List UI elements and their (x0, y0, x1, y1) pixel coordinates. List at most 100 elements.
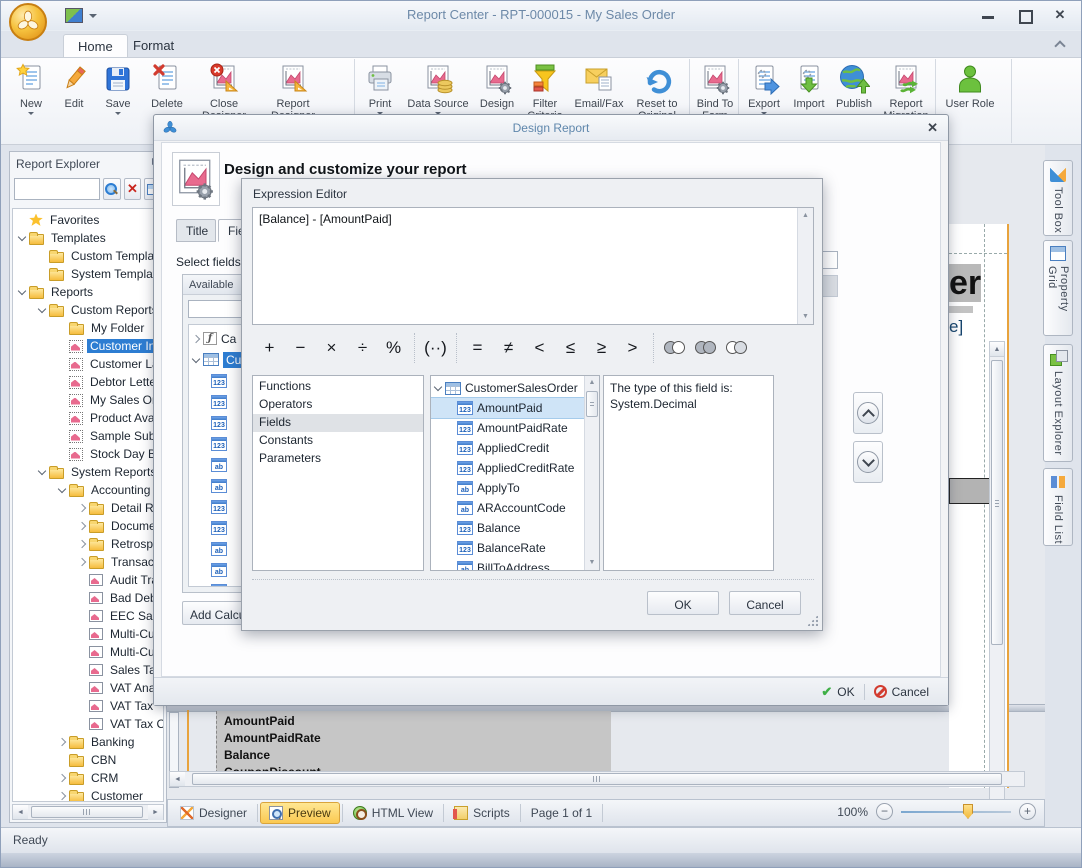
tree-item-reports[interactable]: Reports (13, 283, 163, 301)
category-constants[interactable]: Constants (253, 432, 423, 450)
tree-item-vat-tax[interactable]: VAT Tax (13, 697, 163, 715)
expand-icon[interactable] (57, 790, 69, 801)
tree-item-bad-deb[interactable]: Bad Deb (13, 589, 163, 607)
dialog-close-icon[interactable]: ✕ (927, 120, 938, 136)
venn-right-icon[interactable] (726, 341, 747, 355)
field-row-appliedcreditrate[interactable]: AppliedCreditRate (431, 458, 599, 478)
tree-item-docume[interactable]: Docume (13, 517, 163, 535)
scroll-left-icon[interactable]: ◄ (170, 772, 185, 786)
publish-button[interactable]: Publish (831, 60, 877, 110)
tree-item-templates[interactable]: Templates (13, 229, 163, 247)
field-row-araccountcode[interactable]: ARAccountCode (431, 498, 599, 518)
search-input[interactable] (14, 178, 100, 200)
tree-item-customer[interactable]: Customer (13, 787, 163, 801)
expand-icon[interactable] (57, 736, 69, 748)
expression-scrollbar[interactable]: ▲ ▼ (797, 208, 813, 324)
tab-format[interactable]: Format (119, 34, 188, 57)
expand-icon[interactable] (77, 502, 89, 514)
collapse-icon[interactable] (433, 382, 445, 394)
operator-button[interactable]: < (524, 333, 555, 363)
operator-button[interactable]: × (316, 333, 347, 363)
quick-access-dropdown-icon[interactable] (89, 14, 97, 22)
reset-to-original-button[interactable]: Reset to Original (629, 60, 685, 122)
tree-item-stock-day-b[interactable]: Stock Day B (13, 445, 163, 463)
tree-horizontal-scrollbar[interactable]: ◄ ► (12, 804, 164, 820)
field-row-billtoaddress[interactable]: BillToAddress (431, 558, 599, 570)
tree-item-my-sales-or[interactable]: My Sales Or (13, 391, 163, 409)
close-button[interactable]: ✕ (1053, 8, 1067, 21)
operator-button[interactable]: % (378, 333, 409, 363)
save-button[interactable]: Save (95, 60, 141, 118)
scroll-thumb[interactable] (31, 806, 143, 818)
expand-icon[interactable] (191, 333, 203, 345)
tree-item-banking[interactable]: Banking (13, 733, 163, 751)
data-source-button[interactable]: Data Source (403, 60, 473, 118)
scroll-thumb[interactable] (192, 773, 1002, 785)
operator-button[interactable]: − (285, 333, 316, 363)
import-button[interactable]: Import (787, 60, 831, 110)
export-button[interactable]: Export (741, 60, 787, 118)
tree-item-vat-ana[interactable]: VAT Ana (13, 679, 163, 697)
tree-item-cbn[interactable]: CBN (13, 751, 163, 769)
dock-tab-field-list[interactable]: Field List (1043, 468, 1073, 546)
email-fax-button[interactable]: Email/Fax (569, 60, 629, 110)
expression-textarea[interactable]: [Balance] - [AmountPaid] ▲ ▼ (252, 207, 814, 325)
print-button[interactable]: Print (357, 60, 403, 118)
dialog-ok-button[interactable]: ✔ OK (812, 684, 863, 700)
collapse-icon[interactable] (37, 466, 49, 478)
zoom-out-button[interactable]: − (876, 803, 893, 820)
expression-cancel-button[interactable]: Cancel (729, 591, 801, 615)
tree-item-favorites[interactable]: Favorites (13, 211, 163, 229)
tree-item-crm[interactable]: CRM (13, 769, 163, 787)
venn-both-icon[interactable] (695, 341, 716, 355)
tab-home[interactable]: Home (63, 34, 128, 57)
venn-left-icon[interactable] (664, 341, 685, 355)
expression-ok-button[interactable]: OK (647, 591, 719, 615)
tree-item-customer-la[interactable]: Customer La (13, 355, 163, 373)
move-down-button[interactable] (853, 441, 883, 483)
tab-title[interactable]: Title (176, 219, 216, 242)
operator-button[interactable]: ÷ (347, 333, 378, 363)
category-parameters[interactable]: Parameters (253, 450, 423, 468)
collapse-icon[interactable] (17, 232, 29, 244)
scroll-thumb[interactable] (586, 391, 598, 417)
tree-item-multi-cu[interactable]: Multi-Cu (13, 643, 163, 661)
scroll-left-icon[interactable]: ◄ (13, 805, 28, 819)
user-role-button[interactable]: User Role (937, 60, 1003, 110)
scroll-right-icon[interactable]: ► (148, 805, 163, 820)
new-button[interactable]: New (9, 60, 53, 118)
field-row-appliedcredit[interactable]: AppliedCredit (431, 438, 599, 458)
scroll-thumb[interactable] (991, 360, 1003, 645)
bind-to-form-button[interactable]: Bind To Form (691, 60, 739, 122)
zoom-slider-thumb[interactable] (963, 804, 973, 819)
operator-button[interactable]: (··) (420, 333, 451, 363)
tree-item-detail-re[interactable]: Detail Re (13, 499, 163, 517)
expand-icon[interactable] (57, 772, 69, 784)
edit-button[interactable]: Edit (53, 60, 95, 110)
scroll-up-icon[interactable]: ▲ (585, 376, 599, 390)
dialog-title-bar[interactable]: Design Report ✕ (154, 115, 948, 141)
fields-scrollbar[interactable]: ▲ ▼ (584, 376, 599, 570)
scroll-up-icon[interactable]: ▲ (990, 342, 1004, 357)
quick-access-icon[interactable] (65, 8, 83, 23)
vertical-scrollbar[interactable]: ▲ (989, 341, 1005, 867)
move-up-button[interactable] (853, 392, 883, 434)
category-fields[interactable]: Fields (253, 414, 423, 432)
tree-item-system-reports[interactable]: System Reports (13, 463, 163, 481)
zoom-slider[interactable] (901, 803, 1011, 820)
view-tab-scripts[interactable]: Scripts (446, 802, 518, 824)
expand-icon[interactable] (77, 538, 89, 550)
tree-item-sales-ta[interactable]: Sales Ta (13, 661, 163, 679)
collapse-icon[interactable] (57, 484, 69, 496)
scroll-down-icon[interactable]: ▼ (585, 556, 599, 570)
app-logo-icon[interactable] (9, 3, 47, 41)
search-button[interactable] (103, 178, 121, 200)
tree-item-product-ava[interactable]: Product Ava (13, 409, 163, 427)
tree-item-system-templat[interactable]: System Templat (13, 265, 163, 283)
tree-item-my-folder[interactable]: My Folder (13, 319, 163, 337)
tree-item-eec-sale[interactable]: EEC Sale (13, 607, 163, 625)
zoom-in-button[interactable]: + (1019, 803, 1036, 820)
tree-item-custom-templat[interactable]: Custom Templat (13, 247, 163, 265)
minimize-button[interactable] (981, 9, 995, 21)
operator-button[interactable]: ≠ (493, 333, 524, 363)
